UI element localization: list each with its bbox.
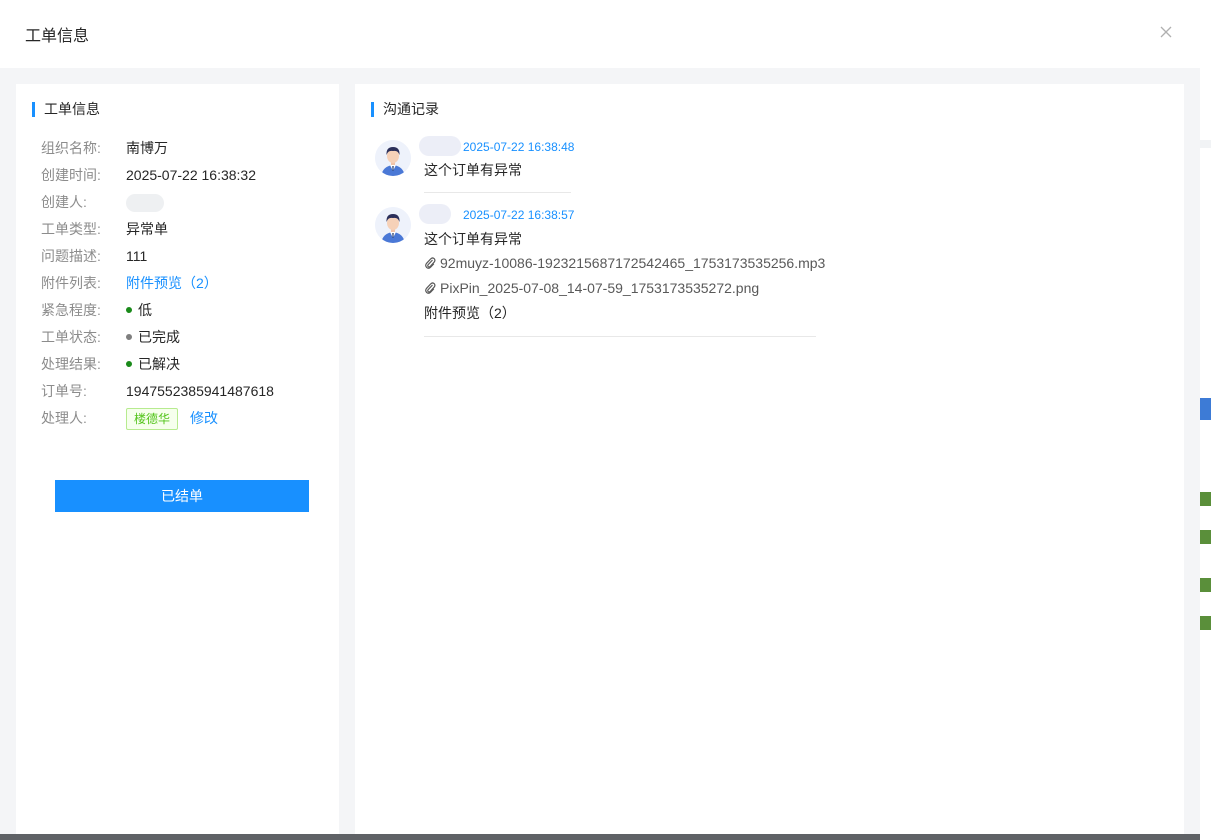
background-block [1200,578,1211,592]
status-dot [126,307,132,314]
info-label: 组织名称: [41,140,101,156]
info-value: 已完成 [126,327,180,347]
modal-title: 工单信息 [25,28,90,45]
info-label: 处理人: [41,410,87,426]
background-block [1200,398,1211,420]
background-block [1200,616,1211,630]
user-avatar-icon [375,207,411,243]
redacted-name [419,204,451,224]
urgency-value: 低 [138,302,152,318]
edit-handler-link[interactable]: 修改 [190,410,218,426]
paperclip-icon [425,282,436,294]
message-time: 2025-07-22 16:38:48 [463,140,575,154]
info-label: 工单状态: [41,329,101,345]
message-time: 2025-07-22 16:38:57 [463,208,575,222]
info-value: 低 [126,300,152,320]
background-block [1200,530,1211,544]
info-label: 问题描述: [41,248,101,264]
closed-order-button[interactable]: 已结单 [55,480,309,512]
result-value: 已解决 [138,356,180,372]
status-dot [126,334,132,341]
work-order-info-panel: 工单信息 组织名称: 南博万 创建时间: 2025-07-22 16:38:32… [16,84,339,834]
attachment-preview-link[interactable]: 附件预览（2） [126,273,218,293]
status-value: 已完成 [138,329,180,345]
redacted-name [126,194,164,213]
avatar [375,140,411,176]
attachment-name: 92muyz-10086-1923215687172542465_1753173… [440,255,826,271]
avatar [375,207,411,243]
section-title: 沟通记录 [371,102,439,117]
background-block [1200,140,1211,148]
paperclip-icon [425,257,436,269]
info-value: 2025-07-22 16:38:32 [126,167,256,183]
attachment-item[interactable]: PixPin_2025-07-08_14-07-59_1753173535272… [424,280,759,296]
redacted-name [419,136,461,156]
attachment-preview-link[interactable]: 附件预览（2） [424,303,516,323]
info-label: 订单号: [41,383,87,399]
info-label: 创建人: [41,194,87,210]
info-label: 紧急程度: [41,302,101,318]
message-text: 这个订单有异常 [424,231,522,247]
info-value: 111 [126,248,148,264]
background-block [1200,492,1211,506]
attachment-name: PixPin_2025-07-08_14-07-59_1753173535272… [440,280,760,296]
background-page-edge [1200,0,1211,840]
info-label: 附件列表: [41,275,101,291]
section-title: 工单信息 [32,102,100,117]
info-label: 创建时间: [41,167,101,183]
attachment-item[interactable]: 92muyz-10086-1923215687172542465_1753173… [424,255,825,271]
info-value: 异常单 [126,221,168,237]
message-text: 这个订单有异常 [424,162,522,178]
info-value [126,192,164,213]
close-icon[interactable] [1156,22,1176,42]
communication-record-panel: 沟通记录 2025-07-22 16:38:48 这个订单有异常 2025-07… [355,84,1184,834]
info-label: 工单类型: [41,221,101,237]
info-value: 楼德华 修改 [126,408,218,431]
work-order-modal: 工单信息 工单信息 组织名称: 南博万 创建时间: 2025-07-22 16:… [0,0,1200,834]
message-divider [424,192,571,193]
info-value: 1947552385941487618 [126,383,274,399]
info-label: 处理结果: [41,356,101,372]
handler-tag: 楼德华 [126,408,179,431]
status-dot [126,361,132,368]
modal-header: 工单信息 [0,0,1200,68]
info-value: 已解决 [126,354,180,374]
message-divider [424,336,816,337]
info-value: 南博万 [126,140,168,156]
user-avatar-icon [375,140,411,176]
